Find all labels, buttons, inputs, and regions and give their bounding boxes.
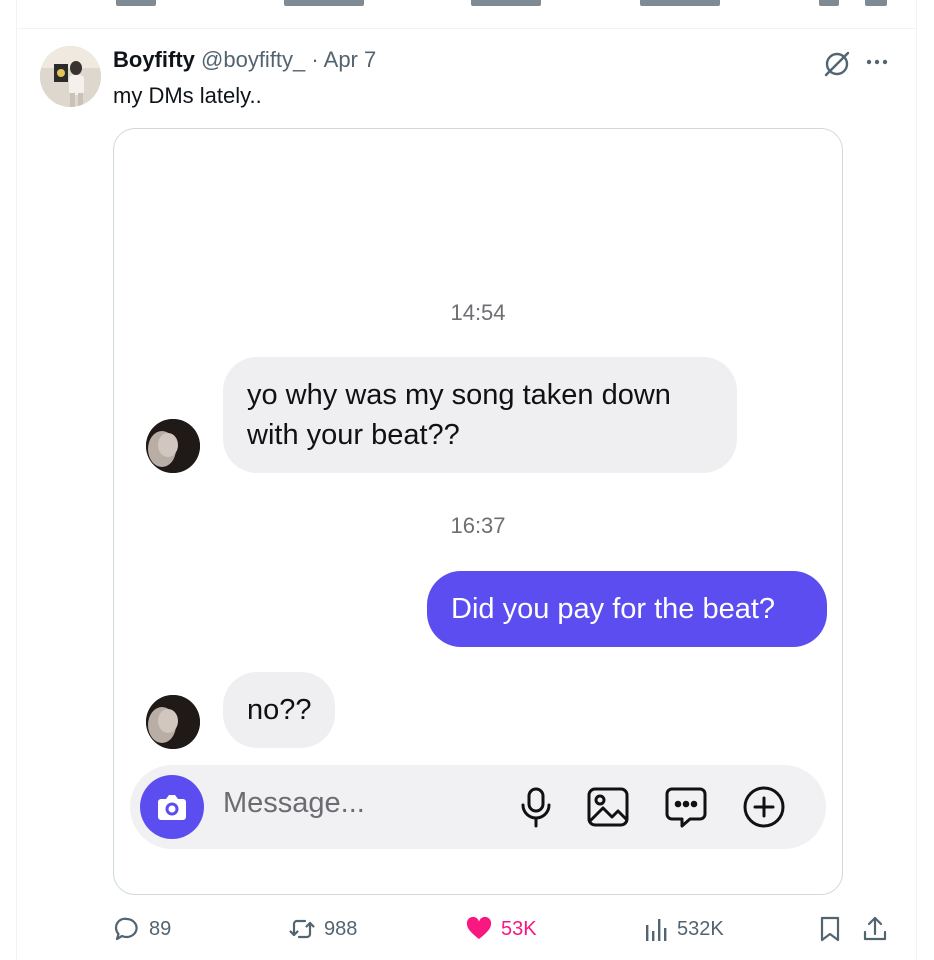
reply-count: 89 xyxy=(149,917,172,940)
image-icon[interactable] xyxy=(586,785,630,829)
author-handle[interactable]: @boyfifty_ xyxy=(201,47,305,72)
author-avatar[interactable] xyxy=(40,46,101,107)
grok-icon[interactable] xyxy=(822,49,852,79)
message-timestamp: 14:54 xyxy=(450,300,506,325)
tweet-text: my DMs lately.. xyxy=(113,83,262,108)
camera-icon[interactable] xyxy=(140,775,204,839)
reply-icon xyxy=(114,917,138,941)
plus-icon[interactable] xyxy=(742,785,786,829)
more-options-icon[interactable] xyxy=(862,47,892,77)
previous-tweet-actions-cutoff xyxy=(16,0,915,29)
incoming-message-bubble: no?? xyxy=(223,672,335,748)
bookmark-button[interactable] xyxy=(817,913,851,945)
analytics-icon xyxy=(646,919,667,941)
heart-icon xyxy=(466,916,492,939)
like-count: 53K xyxy=(501,917,537,940)
views-button[interactable]: 532K xyxy=(643,913,724,945)
sticker-icon[interactable] xyxy=(664,785,708,829)
tweet-actions-bar: 89 988 53K 532K xyxy=(113,913,893,947)
like-button[interactable]: 53K xyxy=(465,913,537,945)
repost-button[interactable]: 988 xyxy=(288,913,357,945)
message-input-placeholder[interactable]: Message... xyxy=(223,787,365,820)
message-text: Did you pay for the beat? xyxy=(451,593,776,625)
outgoing-message-bubble: Did you pay for the beat? xyxy=(427,571,827,647)
microphone-icon[interactable] xyxy=(514,785,558,829)
sender-avatar xyxy=(146,695,200,749)
bookmark-icon xyxy=(820,916,840,942)
tweet-date[interactable]: Apr 7 xyxy=(324,47,377,72)
message-line: yo why was my song taken down xyxy=(247,379,671,411)
author-name[interactable]: Boyfifty xyxy=(113,47,195,72)
message-timestamp: 16:37 xyxy=(450,513,506,538)
repost-icon xyxy=(289,919,315,939)
sender-avatar xyxy=(146,419,200,473)
header-separator: · xyxy=(311,47,319,72)
dm-screenshot-image[interactable]: 14:54 yo why was my song taken down with… xyxy=(113,128,843,895)
message-line: with your beat?? xyxy=(247,419,460,451)
repost-count: 988 xyxy=(324,917,358,940)
message-text: no?? xyxy=(247,694,312,726)
share-icon xyxy=(863,916,887,941)
message-composer[interactable]: Message... xyxy=(130,765,826,849)
reply-button[interactable]: 89 xyxy=(113,913,171,945)
views-count: 532K xyxy=(677,917,724,940)
tweet-header: Boyfifty @boyfifty_ · Apr 7 xyxy=(113,47,376,73)
incoming-message-bubble: yo why was my song taken down with your … xyxy=(223,357,737,473)
share-button[interactable] xyxy=(861,913,897,945)
